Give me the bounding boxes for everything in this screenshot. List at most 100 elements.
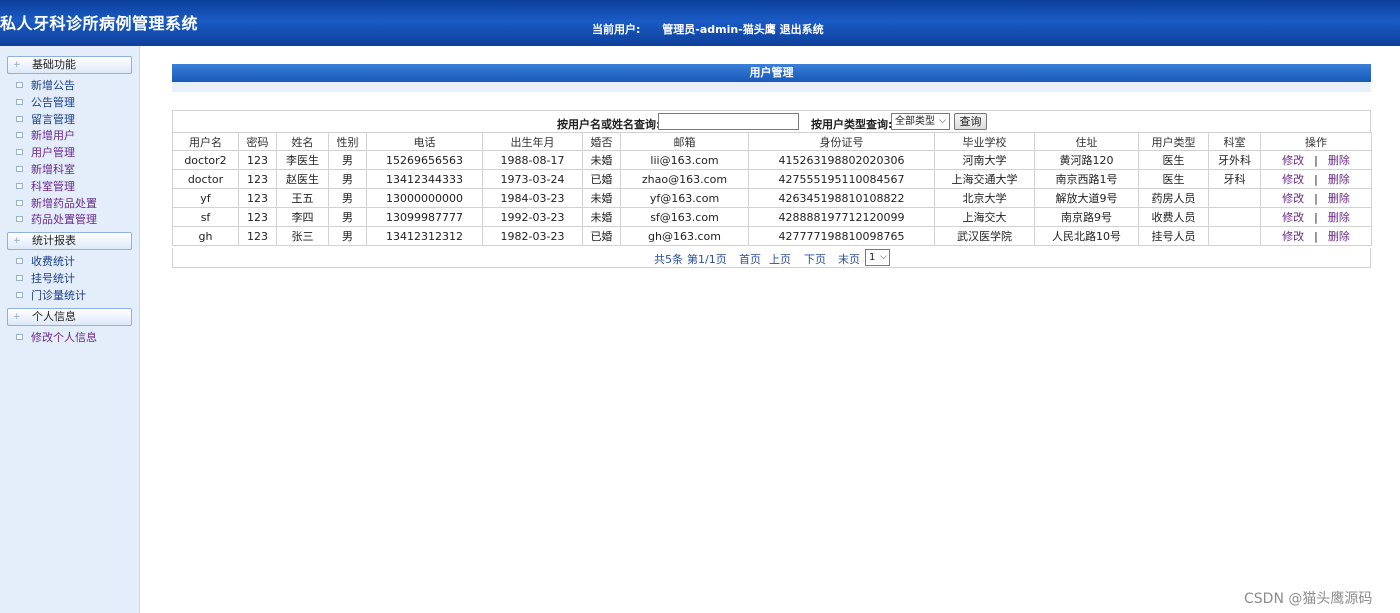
table-cell: 1988-08-17 [482,150,583,170]
table-cell: sf [172,207,239,227]
table-cell: 牙外科 [1208,150,1261,170]
table-cell: 未婚 [582,188,621,208]
column-header: 用户类型 [1138,132,1209,151]
table-row: doctor2 123 李医生男 15269656563 1988-08-17 未婚 lii… [172,150,1372,170]
actions-cell: 修改 | 删除 [1260,150,1372,170]
edit-link[interactable]: 修改 [1282,154,1304,167]
sidebar-group-header[interactable]: + 基础功能 [7,56,132,74]
action-separator: | [1314,154,1318,167]
table-cell: 上海交大 [934,207,1035,227]
table-cell: sf@163.com [620,207,749,227]
action-separator: | [1314,211,1318,224]
sidebar-item[interactable]: 挂号统计 [16,271,75,286]
pager-last[interactable]: 末页 [838,251,860,267]
sidebar-item[interactable]: 新增用户 [16,128,75,143]
page-select[interactable]: 1 ⌵ [865,249,890,266]
table-cell: 123 [238,188,277,208]
sidebar-group-title: 统计报表 [32,234,76,248]
table-cell: 123 [238,207,277,227]
sidebar-item[interactable]: 药品处置管理 [16,212,97,227]
table-cell: 13099987777 [366,207,483,227]
watermark: CSDN @猫头鹰源码 [1244,591,1373,607]
table-cell: 1982-03-23 [482,226,583,246]
delete-link[interactable]: 删除 [1328,154,1350,167]
column-header: 邮箱 [620,132,749,151]
delete-link[interactable]: 删除 [1328,211,1350,224]
actions-cell: 修改 | 删除 [1260,226,1372,246]
actions-cell: 修改 | 删除 [1260,169,1372,189]
table-cell: 收费人员 [1138,207,1209,227]
edit-link[interactable]: 修改 [1282,173,1304,186]
expand-icon: + [13,60,21,70]
sidebar-item-label: 药品处置管理 [31,213,97,227]
column-header: 性别 [328,132,367,151]
table-cell: 已婚 [582,226,621,246]
sidebar-item[interactable]: 新增科室 [16,162,75,177]
menu-item-icon [16,216,23,223]
table-cell: 南京西路1号 [1034,169,1139,189]
search-name-label: 按用户名或姓名查询: [557,118,661,131]
table-cell: 428888197712120099 [748,207,935,227]
pager-first[interactable]: 首页 [739,251,761,267]
user-type-select[interactable]: 全部类型 ⌵ [891,113,950,130]
table-cell: 123 [238,169,277,189]
table-cell: 427777198810098765 [748,226,935,246]
table-cell: 123 [238,226,277,246]
sidebar-group-title: 个人信息 [32,309,76,323]
delete-link[interactable]: 删除 [1328,192,1350,205]
table-cell: 已婚 [582,169,621,189]
table-cell: 药房人员 [1138,188,1209,208]
search-name-input[interactable] [658,113,799,130]
table-cell: doctor2 [172,150,239,170]
sidebar-item[interactable]: 新增药品处置 [16,196,97,211]
sidebar-group-header[interactable]: + 个人信息 [7,307,132,326]
sidebar-group-header[interactable]: + 统计报表 [7,232,132,251]
sidebar-item-label: 新增公告 [31,79,75,92]
table-cell: 1984-03-23 [482,188,583,208]
table-cell [1208,188,1261,208]
table-cell: 赵医生 [276,169,329,189]
sidebar-item[interactable]: 留言管理 [16,112,75,127]
pager-page-info: 第1/1页 [687,253,727,266]
table-row: sf 123 李四男 13099987777 1992-03-23 未婚 sf@163.co… [172,207,1372,227]
table-cell: 南京路9号 [1034,207,1139,227]
sidebar-item[interactable]: 用户管理 [16,145,75,160]
table-cell: 13412312312 [366,226,483,246]
column-header: 科室 [1208,132,1261,151]
current-user-label: 当前用户: [592,23,641,36]
sidebar-item[interactable]: 公告管理 [16,95,75,110]
panel-subbar [172,82,1371,92]
pager-prev[interactable]: 上页 [769,251,791,267]
table-cell: 医生 [1138,150,1209,170]
sidebar-item[interactable]: 修改个人信息 [16,330,97,345]
sidebar-group-title: 基础功能 [32,58,76,71]
sidebar-item[interactable]: 新增公告 [16,78,75,93]
delete-link[interactable]: 删除 [1328,230,1350,243]
pager-next[interactable]: 下页 [804,251,826,267]
table-cell: 医生 [1138,169,1209,189]
sidebar-item-label: 留言管理 [31,112,75,126]
edit-link[interactable]: 修改 [1282,192,1304,205]
edit-link[interactable]: 修改 [1282,230,1304,243]
table-cell: 河南大学 [934,150,1035,170]
logout-link[interactable]: 退出系统 [780,23,824,36]
sidebar-item[interactable]: 门诊量统计 [16,288,86,303]
table-cell: 13000000000 [366,188,483,208]
table-cell: 挂号人员 [1138,226,1209,246]
action-separator: | [1314,192,1318,205]
search-button[interactable]: 查询 [954,113,987,130]
pager-total: 共5条 [654,253,683,266]
sidebar-item-label: 新增科室 [31,163,75,176]
search-type-label: 按用户类型查询: [811,118,893,131]
table-cell: 李四 [276,207,329,227]
current-user-name: 管理员-admin-猫头鹰 [662,23,776,36]
edit-link[interactable]: 修改 [1282,211,1304,224]
table-cell: lii@163.com [620,150,749,170]
table-cell: 未婚 [582,207,621,227]
actions-cell: 修改 | 删除 [1260,188,1372,208]
sidebar-item[interactable]: 收费统计 [16,254,75,269]
table-cell: 王五 [276,188,329,208]
action-separator: | [1314,230,1318,243]
delete-link[interactable]: 删除 [1328,173,1350,186]
sidebar-item[interactable]: 科室管理 [16,179,75,194]
